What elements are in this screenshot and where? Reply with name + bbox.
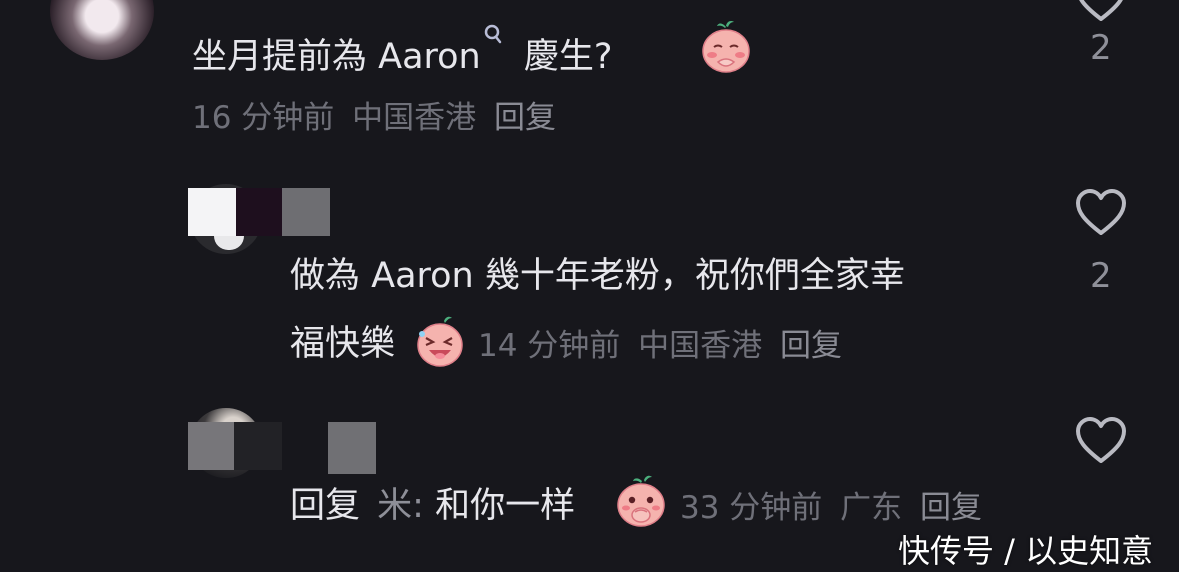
reply-button[interactable]: 回复	[920, 490, 982, 526]
comment-meta: 16 分钟前 中国香港 回复	[192, 96, 556, 140]
comment-text-line: 福快樂	[290, 320, 395, 368]
reply-to-user[interactable]: 米:	[377, 486, 424, 526]
comment-time: 16 分钟前	[192, 100, 335, 136]
comment-location: 中国香港	[638, 328, 763, 364]
comment-location: 中国香港	[352, 100, 477, 136]
reply-prefix: 回复	[290, 486, 361, 526]
comment-text: 做為 Aaron 幾十年老粉，祝你們全家幸	[290, 256, 905, 296]
username-redaction	[234, 422, 282, 470]
source-watermark: 快传号 / 以史知意	[898, 532, 1154, 570]
comment-text-part: 和你一样	[435, 486, 576, 526]
like-count: 2	[1090, 256, 1112, 296]
commenter-avatar[interactable]	[50, 0, 154, 60]
shy-face-emoji	[702, 21, 750, 73]
reply-text: 回复 米: 和你一样	[290, 482, 575, 530]
like-heart-icon[interactable]	[1074, 0, 1128, 24]
comment-text: 坐月提前為 Aaron 慶生?	[192, 24, 612, 81]
username-redaction	[236, 188, 282, 236]
username-redaction	[282, 188, 330, 236]
laughing-face-emoji	[417, 316, 463, 367]
comment-location: 广东	[840, 490, 903, 526]
like-heart-icon[interactable]	[1074, 416, 1128, 466]
reply-button[interactable]: 回复	[780, 328, 842, 364]
covering-mouth-face-emoji	[617, 475, 665, 527]
comment-text-part: 福快樂	[290, 324, 396, 364]
username-redaction	[188, 188, 236, 236]
like-heart-icon[interactable]	[1074, 188, 1128, 238]
username-redaction	[188, 422, 234, 470]
reply-button[interactable]: 回复	[494, 100, 556, 136]
username-redaction	[328, 422, 376, 474]
comment-time: 33 分钟前	[680, 490, 823, 526]
comment-meta: 14 分钟前 中国香港 回复	[478, 324, 842, 368]
comment-text-part: 坐月提前為 Aaron	[192, 37, 481, 77]
comment-text-part: 慶生?	[523, 37, 613, 77]
comment-time: 14 分钟前	[478, 328, 621, 364]
comment-meta: 33 分钟前 广东 回复	[680, 486, 982, 530]
like-count: 2	[1090, 28, 1112, 68]
search-icon[interactable]	[483, 24, 503, 48]
